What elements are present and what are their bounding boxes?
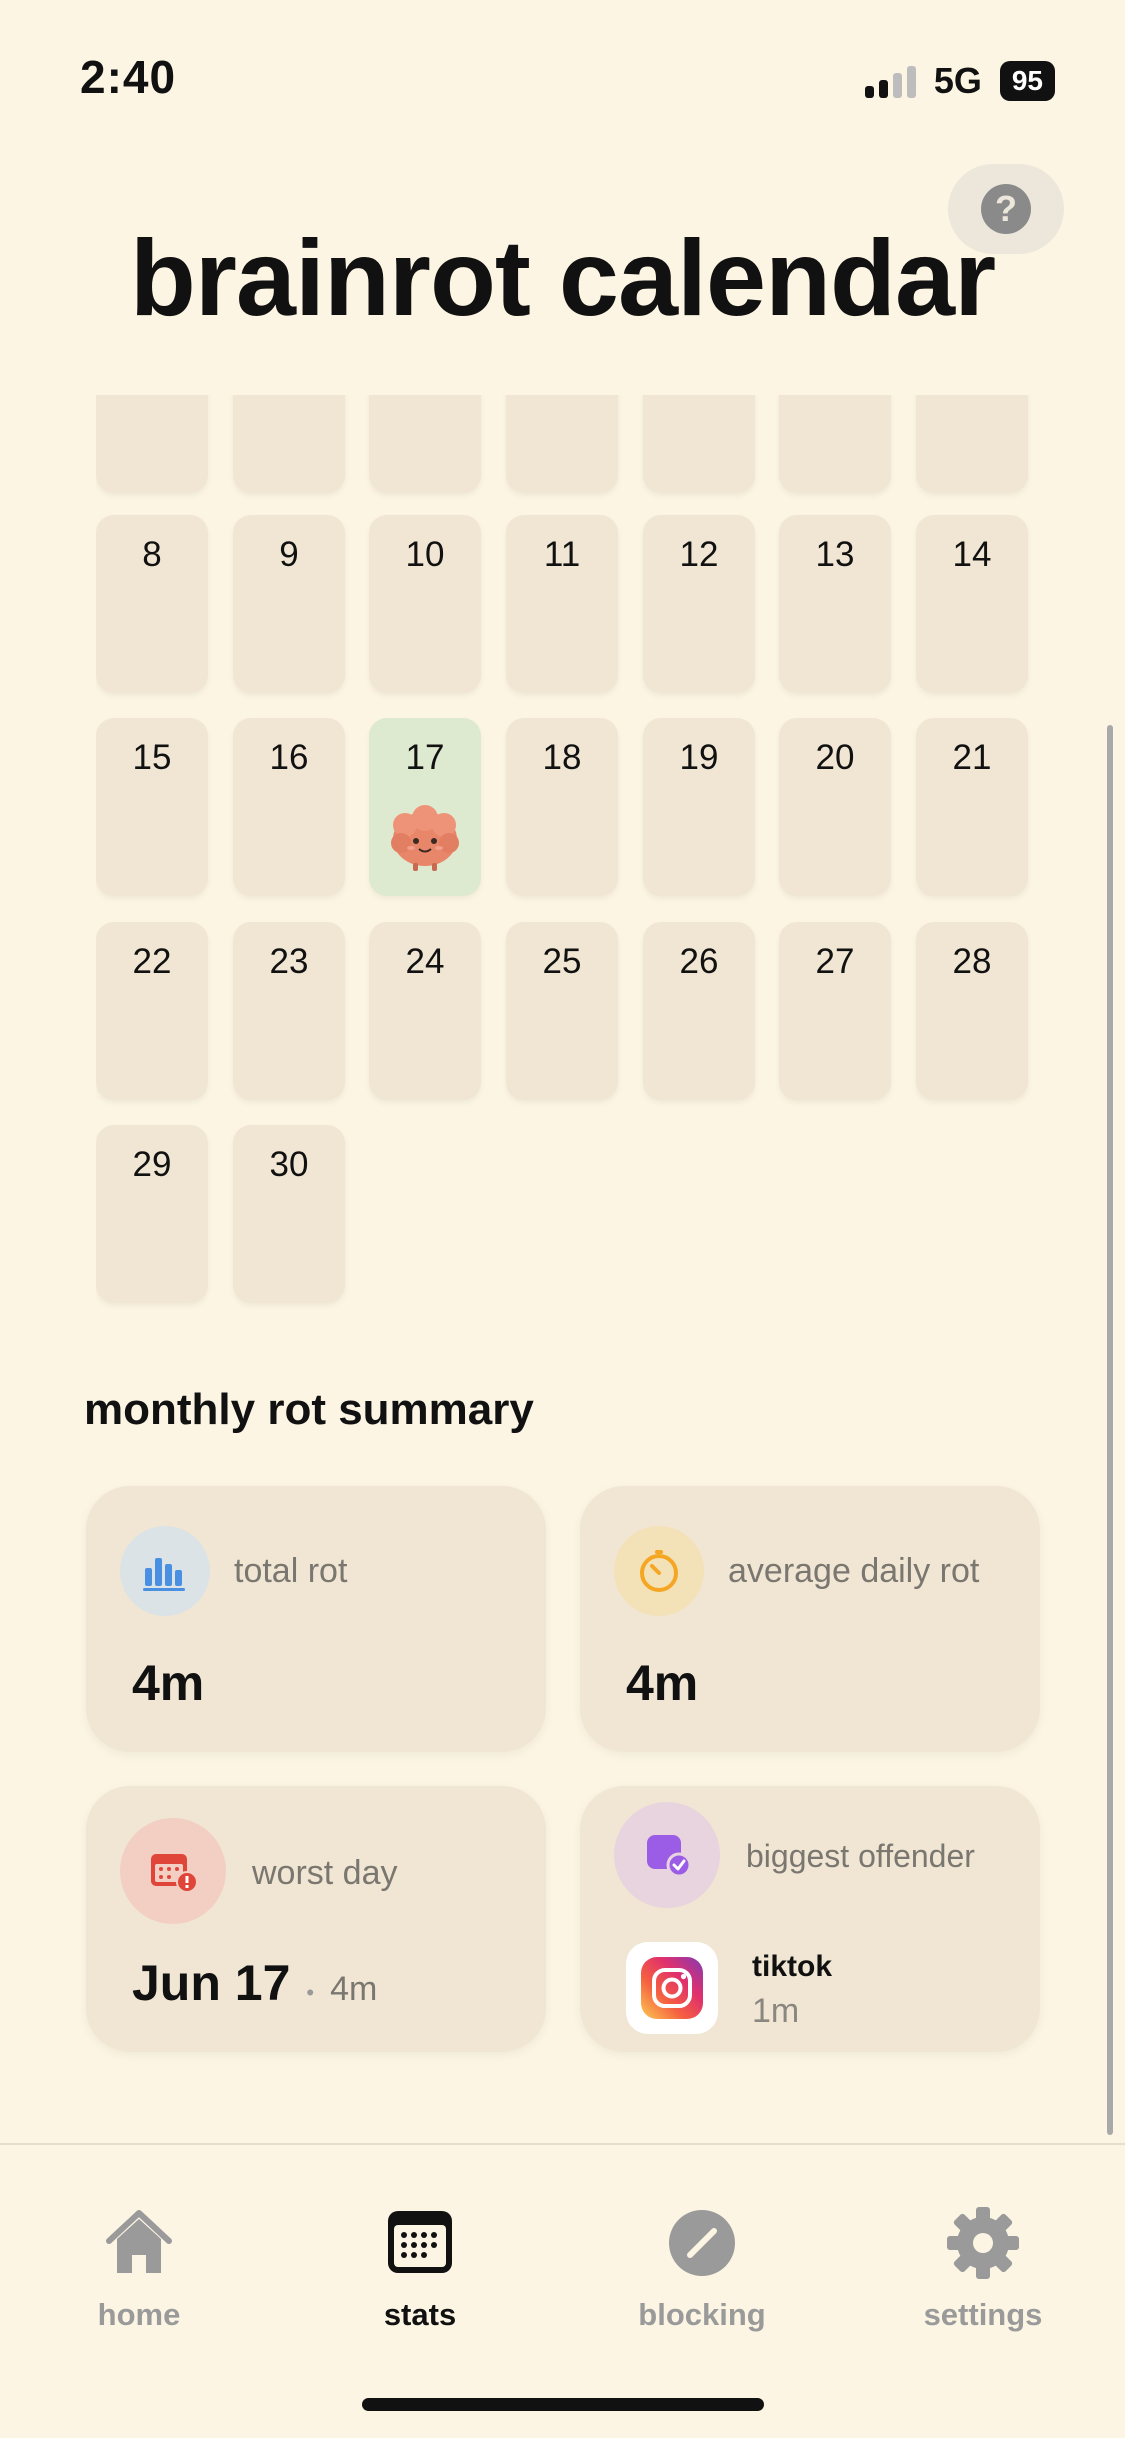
total-rot-value: 4m — [132, 1655, 205, 1711]
day-number: 26 — [679, 942, 719, 981]
day-number: 20 — [815, 738, 855, 777]
calendar-day-cell[interactable]: 25 — [506, 922, 618, 1100]
average-daily-rot-value: 4m — [626, 1655, 699, 1711]
status-indicators: 5G 95 — [864, 60, 1055, 102]
calendar-day-cell[interactable]: 15 — [96, 718, 208, 896]
status-time: 2:40 — [80, 51, 177, 103]
day-number: 19 — [679, 738, 719, 777]
day-number: 29 — [132, 1145, 172, 1184]
calendar-cell-partial[interactable] — [643, 395, 755, 493]
scrollbar[interactable] — [1107, 725, 1113, 2135]
calendar-day-cell[interactable]: 14 — [916, 515, 1028, 693]
calendar-day-cell[interactable]: 18 — [506, 718, 618, 896]
calendar-cell-partial[interactable] — [96, 395, 208, 493]
network-label: 5G — [933, 60, 982, 101]
calendar-day-cell[interactable]: 27 — [779, 922, 891, 1100]
gear-icon — [947, 2207, 1019, 2279]
app-check-icon — [614, 1802, 720, 1908]
worst-day-value: 4m — [330, 1970, 378, 2008]
day-number: 15 — [132, 738, 172, 777]
calendar-day-cell[interactable]: 10 — [369, 515, 481, 693]
calendar-day-cell[interactable]: 12 — [643, 515, 755, 693]
calendar-day-cell[interactable]: 8 — [96, 515, 208, 693]
calendar-day-cell[interactable]: 29 — [96, 1125, 208, 1303]
calendar-day-cell[interactable]: 23 — [233, 922, 345, 1100]
calendar-cell-partial[interactable] — [779, 395, 891, 493]
day-number: 9 — [279, 535, 299, 574]
day-number: 23 — [269, 942, 309, 981]
day-number: 13 — [815, 535, 855, 574]
worst-day-separator: • — [306, 1980, 315, 2005]
calendar-day-cell[interactable]: 11 — [506, 515, 618, 693]
calendar-cell-partial[interactable] — [233, 395, 345, 493]
calendar-day-cell-active[interactable]: 17 — [369, 718, 481, 896]
calendar-day-cell[interactable]: 20 — [779, 718, 891, 896]
calendar-day-cell[interactable]: 22 — [96, 922, 208, 1100]
tab-label: stats — [383, 2297, 457, 2332]
calendar-day-cell[interactable]: 28 — [916, 922, 1028, 1100]
calendar-day-cell[interactable]: 19 — [643, 718, 755, 896]
calendar-day-cell[interactable]: 26 — [643, 922, 755, 1100]
day-number: 17 — [405, 738, 445, 777]
average-daily-rot-card: average daily rot 4m — [580, 1486, 1040, 1752]
day-number: 14 — [952, 535, 992, 574]
instagram-icon — [626, 1942, 718, 2034]
timer-icon — [614, 1526, 704, 1616]
tab-label: blocking — [638, 2297, 766, 2332]
calendar-cell-partial[interactable] — [916, 395, 1028, 493]
day-number: 28 — [952, 942, 992, 981]
worst-day-date: Jun 17 — [132, 1955, 291, 2011]
calendar-day-cell[interactable]: 9 — [233, 515, 345, 693]
day-number: 30 — [269, 1145, 309, 1184]
tab-bar: home stats blocking settings — [0, 2143, 1125, 2438]
calendar-day-cell[interactable]: 13 — [779, 515, 891, 693]
calendar-cell-partial[interactable] — [506, 395, 618, 493]
battery-indicator: 95 — [999, 61, 1055, 101]
offender-app-name: tiktok — [752, 1950, 833, 1983]
total-rot-label: total rot — [234, 1552, 348, 1590]
biggest-offender-label: biggest offender — [746, 1838, 975, 1874]
page-title: brainrot calendar — [129, 217, 996, 338]
tab-label: settings — [923, 2297, 1043, 2332]
calendar-icon — [388, 2211, 452, 2273]
day-number: 27 — [815, 942, 855, 981]
day-number: 8 — [142, 535, 162, 574]
day-number: 12 — [679, 535, 719, 574]
calendar-grid: 8 9 10 11 12 13 14 15 16 17 18 19 20 21 … — [96, 395, 1031, 1315]
tab-label: home — [97, 2297, 181, 2332]
house-icon — [106, 2210, 172, 2273]
block-icon — [669, 2210, 735, 2276]
calendar-day-cell[interactable]: 30 — [233, 1125, 345, 1303]
calendar-day-cell[interactable]: 24 — [369, 922, 481, 1100]
calendar-day-cell[interactable]: 21 — [916, 718, 1028, 896]
summary-title: monthly rot summary — [84, 1385, 534, 1434]
day-number: 25 — [542, 942, 582, 981]
offender-app-value: 1m — [752, 1992, 800, 2030]
day-number: 16 — [269, 738, 309, 777]
worst-day-card: worst day Jun 17 • 4m — [86, 1786, 546, 2052]
home-indicator[interactable] — [362, 2398, 764, 2411]
calendar-cell-partial[interactable] — [369, 395, 481, 493]
total-rot-card: total rot 4m — [86, 1486, 546, 1752]
day-number: 10 — [405, 535, 445, 574]
bar-chart-icon — [120, 1526, 210, 1616]
biggest-offender-card: biggest offender tiktok 1m — [580, 1786, 1040, 2052]
worst-day-value-row: Jun 17 • 4m — [132, 1954, 377, 2012]
day-number: 24 — [405, 942, 445, 981]
signal-icon — [864, 64, 916, 98]
average-daily-rot-label: average daily rot — [728, 1552, 980, 1590]
day-number: 22 — [132, 942, 172, 981]
day-number: 21 — [952, 738, 992, 777]
brain-mascot-icon — [391, 805, 459, 871]
day-number: 18 — [542, 738, 582, 777]
day-number: 11 — [543, 535, 581, 574]
calendar-alert-icon — [120, 1818, 226, 1924]
worst-day-label: worst day — [252, 1854, 398, 1892]
calendar-day-cell[interactable]: 16 — [233, 718, 345, 896]
